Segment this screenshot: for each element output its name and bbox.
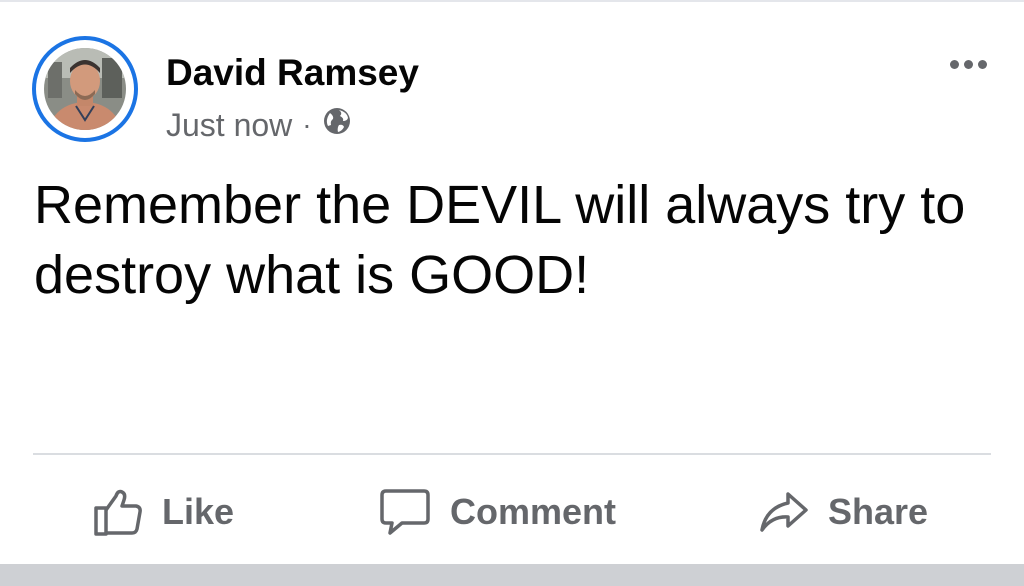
comment-label: Comment	[450, 491, 617, 532]
top-divider	[0, 0, 1024, 2]
meta-separator: ·	[302, 109, 312, 140]
share-icon	[760, 492, 808, 532]
more-dot	[950, 60, 959, 69]
comment-button[interactable]: Comment	[378, 470, 616, 554]
author-name[interactable]: David Ramsey	[166, 52, 419, 94]
feed-separator	[0, 564, 1024, 586]
avatar[interactable]	[32, 36, 138, 142]
more-options-icon[interactable]	[946, 56, 991, 73]
like-label: Like	[162, 491, 235, 532]
share-button[interactable]: Share	[758, 470, 928, 554]
share-label: Share	[828, 491, 929, 532]
post-card: David Ramsey Just now · Remember the DEV…	[0, 0, 1024, 564]
like-button[interactable]: Like	[92, 470, 234, 554]
thumbs-up-icon	[94, 489, 142, 536]
actions-divider	[33, 453, 991, 455]
post-actions: Like Comment Share	[0, 470, 1024, 554]
post-meta: Just now ·	[166, 106, 352, 144]
more-dot	[964, 60, 973, 69]
post-timestamp[interactable]: Just now	[166, 107, 292, 144]
comment-icon	[380, 489, 430, 535]
post-message: Remember the DEVIL will always try to de…	[34, 175, 966, 305]
avatar-photo	[44, 48, 126, 130]
more-dot	[978, 60, 987, 69]
globe-icon[interactable]	[322, 106, 352, 144]
